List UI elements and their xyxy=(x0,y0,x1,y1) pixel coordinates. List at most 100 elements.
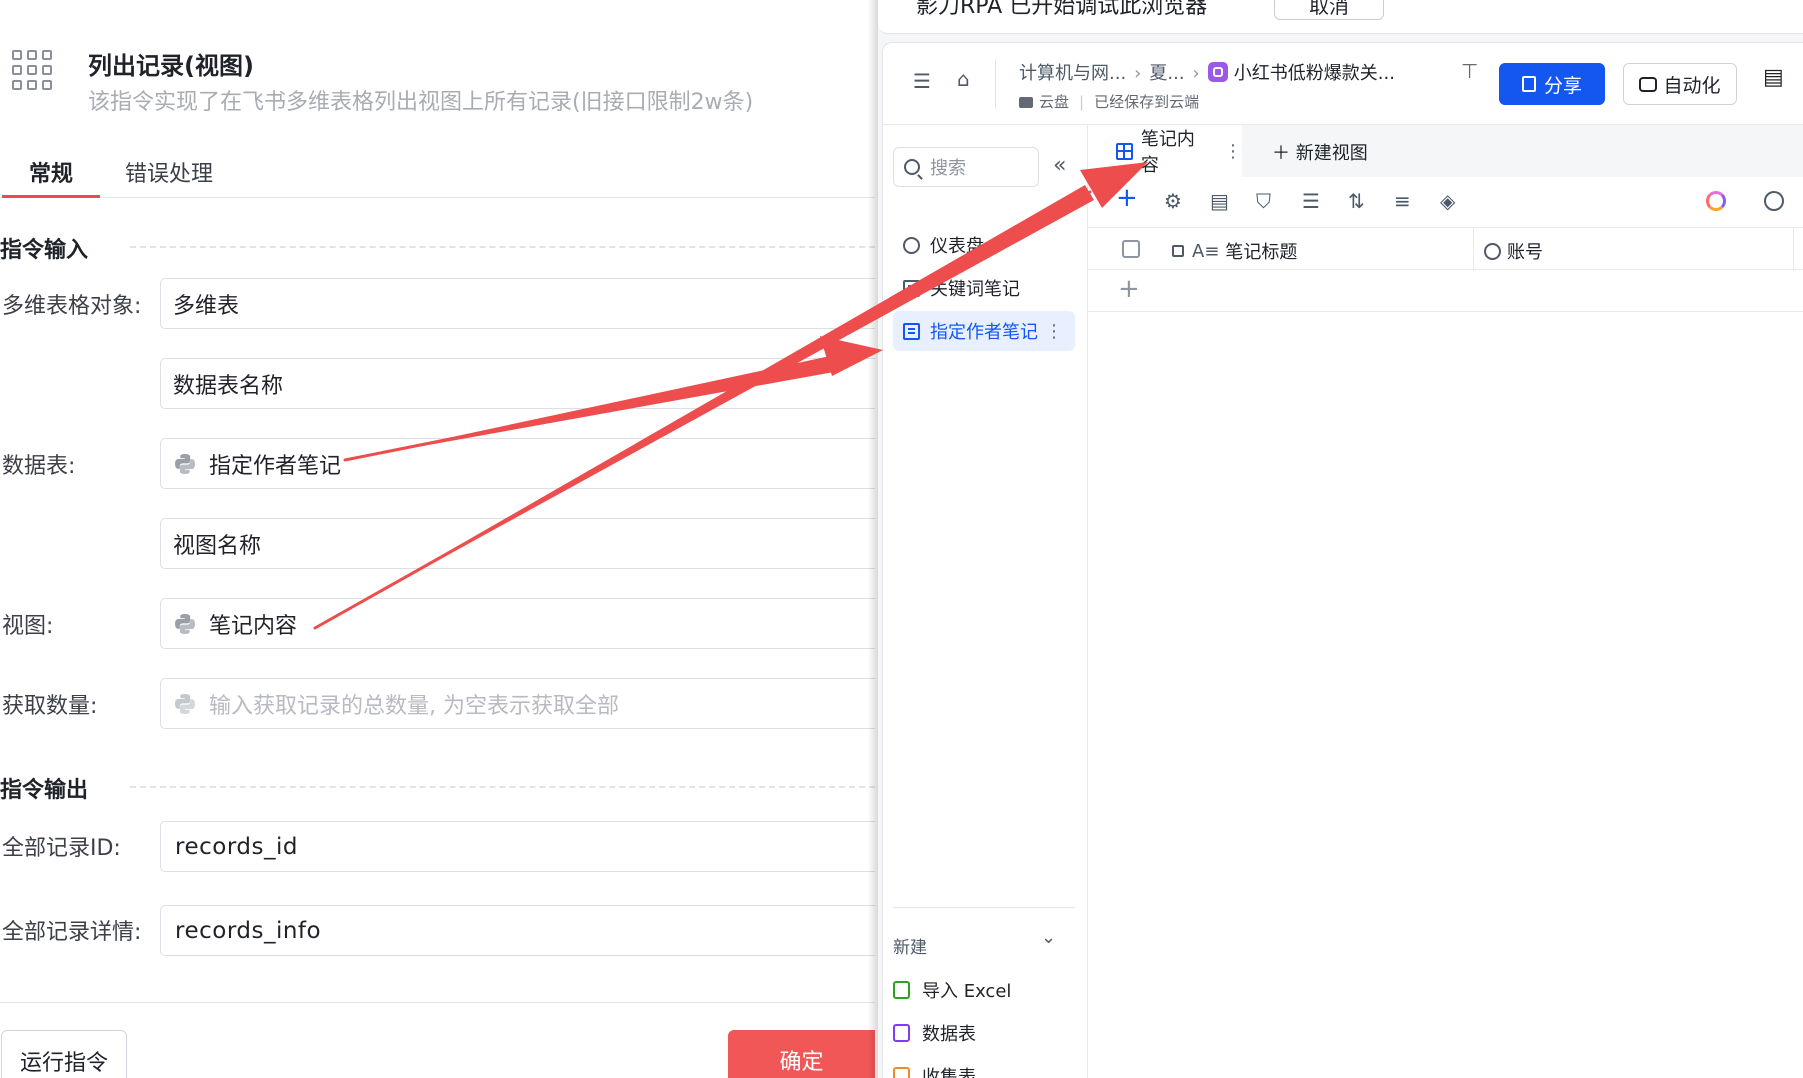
search-icon xyxy=(904,159,920,175)
python-icon xyxy=(175,453,195,474)
command-description: 该指令实现了在飞书多维表格列出视图上所有记录(旧接口限制2w条) xyxy=(88,90,754,115)
fill-color-icon[interactable]: ◈ xyxy=(1440,189,1455,213)
debug-notification-bar: 影刀RPA 已开始调试此浏览器 取消 xyxy=(878,0,1803,34)
folder-icon xyxy=(1019,97,1033,108)
doc-header: ☰ ⌂ 计算机与网... › 夏... › 小红书低粉爆款关... 云盘 | 已经保存到云端… xyxy=(883,43,1803,125)
breadcrumb: 计算机与网... › 夏... › 小红书低粉爆款关... xyxy=(1019,59,1395,85)
records-id-field[interactable]: records_id xyxy=(160,821,875,872)
section-divider xyxy=(130,246,875,248)
sidebar-item-label: 指定作者笔记 xyxy=(930,322,1038,343)
document-menu-icon[interactable]: ▤ xyxy=(1763,65,1784,90)
count-field[interactable]: 输入获取记录的总数量, 为空表示获取全部 xyxy=(160,678,875,729)
select-all-checkbox[interactable] xyxy=(1122,240,1140,258)
new-view-button[interactable]: ＋ 新建视图 xyxy=(1272,139,1368,165)
option-field-icon xyxy=(1484,242,1501,260)
settings-icon[interactable]: ⚙ xyxy=(1164,189,1182,213)
sidebar-item-keyword-notes[interactable]: 关键词笔记 xyxy=(893,268,1075,308)
sidebar-item-label: 仪表盘 xyxy=(930,236,984,257)
column-header-title[interactable]: A≡ 笔记标题 xyxy=(1172,238,1297,264)
view-tab-note-content[interactable]: 笔记内容 ⋮ xyxy=(1088,125,1242,177)
new-item-label: 数据表 xyxy=(922,1024,976,1045)
sidebar-search-input[interactable]: 搜索 xyxy=(893,147,1039,187)
column-header-account[interactable]: 账号 xyxy=(1484,238,1543,264)
doc-location: 云盘 | 已经保存到云端 xyxy=(1019,91,1199,112)
table-icon xyxy=(903,322,920,340)
screen: 列出记录(视图) 该指令实现了在飞书多维表格列出视图上所有记录(旧接口限制2w条… xyxy=(0,0,1803,1078)
view-value: 笔记内容 xyxy=(209,613,298,639)
location-label[interactable]: 云盘 xyxy=(1039,93,1069,111)
table-object-field[interactable]: 多维表 xyxy=(160,278,875,329)
sort-icon[interactable]: ⇅ xyxy=(1348,189,1365,213)
data-table-value: 指定作者笔记 xyxy=(209,453,342,479)
row-height-icon[interactable]: ≡ xyxy=(1394,189,1411,213)
more-options-icon[interactable]: ⋮ xyxy=(1045,321,1063,342)
tab-general[interactable]: 常规 xyxy=(2,156,100,198)
toolbar-divider xyxy=(995,59,996,109)
view-name-field[interactable]: 视图名称 xyxy=(160,518,875,569)
chevron-right-icon: › xyxy=(1192,63,1200,84)
plus-icon: + xyxy=(1118,274,1140,304)
text-field-icon: A≡ xyxy=(1192,240,1220,262)
view-field[interactable]: 笔记内容 xyxy=(160,598,875,649)
robot-icon xyxy=(1639,76,1658,92)
collapse-sidebar-icon[interactable]: « xyxy=(1053,153,1066,178)
save-status: 已经保存到云端 xyxy=(1094,93,1200,111)
chevron-down-icon[interactable]: ⌄ xyxy=(1041,927,1056,948)
column-label: 笔记标题 xyxy=(1225,242,1298,263)
run-command-button[interactable]: 运行指令 xyxy=(1,1030,127,1078)
section-divider xyxy=(130,786,875,788)
view-label: 视图: xyxy=(2,614,54,639)
breadcrumb-item-1[interactable]: 计算机与网... xyxy=(1019,63,1126,84)
search-placeholder: 搜索 xyxy=(930,158,966,179)
share-button[interactable]: 分享 xyxy=(1499,63,1605,105)
data-table-label: 数据表: xyxy=(2,454,76,479)
python-icon xyxy=(175,693,195,714)
view-tab-label: 笔记内容 xyxy=(1140,129,1195,176)
base-doc-icon xyxy=(1207,62,1228,82)
add-record-icon[interactable]: + xyxy=(1116,183,1138,213)
form-icon xyxy=(893,1067,910,1078)
tab-error-handling[interactable]: 错误处理 xyxy=(125,156,213,198)
ai-assistant-icon[interactable] xyxy=(1706,191,1726,211)
toggle-menu-icon[interactable]: ☰ xyxy=(913,69,931,93)
lock-icon xyxy=(1172,245,1184,257)
home-icon[interactable]: ⌂ xyxy=(957,67,970,91)
group-icon[interactable]: ☰ xyxy=(1302,189,1320,213)
confirm-button[interactable]: 确定 xyxy=(728,1030,875,1078)
automation-button[interactable]: 自动化 xyxy=(1623,63,1737,105)
cancel-debug-button[interactable]: 取消 xyxy=(1274,0,1384,20)
output-section-title: 指令输出 xyxy=(0,778,89,803)
new-form-item[interactable]: 收集表 xyxy=(893,1063,976,1078)
sidebar-divider xyxy=(893,907,1075,908)
filter-icon[interactable]: ⛉ xyxy=(1256,189,1271,213)
sidebar-item-dashboard[interactable]: 仪表盘 xyxy=(893,225,1075,265)
table-header-row: A≡ 笔记标题 账号 xyxy=(1088,227,1803,271)
pin-icon[interactable]: ⊤ xyxy=(1461,59,1478,83)
grid-view-icon xyxy=(1116,142,1133,160)
new-item-label: 收集表 xyxy=(922,1067,976,1078)
count-placeholder: 输入获取记录的总数量, 为空表示获取全部 xyxy=(209,693,619,719)
debug-notification-text: 影刀RPA 已开始调试此浏览器 xyxy=(916,0,1208,19)
plus-icon: ＋ xyxy=(1272,143,1290,164)
records-info-label: 全部记录详情: xyxy=(2,920,142,945)
table-name-field[interactable]: 数据表名称 xyxy=(160,358,875,409)
add-row[interactable]: + xyxy=(1088,270,1803,312)
field-config-icon[interactable]: ▤ xyxy=(1210,189,1229,213)
data-table-field[interactable]: 指定作者笔记 xyxy=(160,438,875,489)
config-tabs: 常规 错误处理 xyxy=(0,148,875,198)
sidebar-item-author-notes[interactable]: 指定作者笔记 ⋮ xyxy=(893,311,1075,351)
import-excel-item[interactable]: 导入 Excel xyxy=(893,977,1011,1003)
table-object-label: 多维表格对象: xyxy=(2,294,142,319)
more-options-icon[interactable]: ⋮ xyxy=(1224,141,1242,162)
new-view-label: 新建视图 xyxy=(1295,143,1368,164)
history-icon[interactable] xyxy=(1764,191,1784,211)
doc-title[interactable]: 小红书低粉爆款关... xyxy=(1234,63,1395,84)
breadcrumb-item-2[interactable]: 夏... xyxy=(1149,63,1184,84)
dashboard-icon xyxy=(903,236,920,254)
excel-icon xyxy=(893,981,910,999)
base-app: ☰ ⌂ 计算机与网... › 夏... › 小红书低粉爆款关... 云盘 | 已经保存到云端… xyxy=(882,42,1803,1078)
new-table-item[interactable]: 数据表 xyxy=(893,1020,976,1046)
command-grid-icon xyxy=(12,50,52,90)
records-info-field[interactable]: records_info xyxy=(160,905,875,956)
command-title: 列出记录(视图) xyxy=(88,52,254,80)
